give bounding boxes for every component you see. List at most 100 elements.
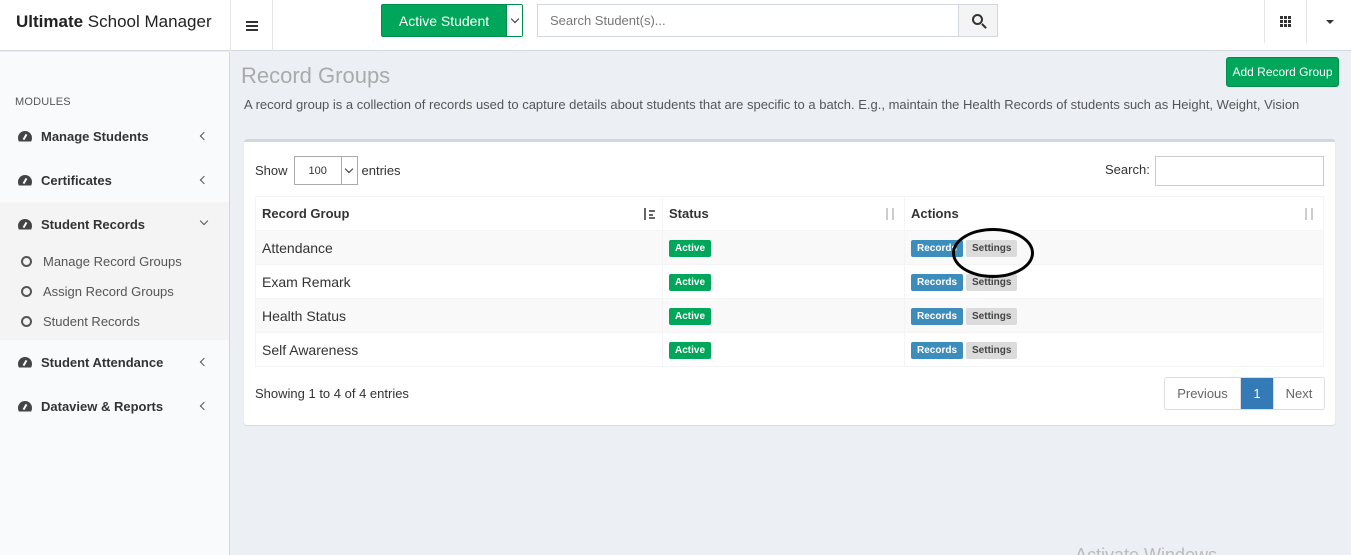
- record-group-cell: Exam Remark: [255, 264, 663, 299]
- circle-icon: [21, 285, 32, 297]
- column-header-actions[interactable]: Actions: [904, 196, 1324, 231]
- apps-menu-button[interactable]: [1264, 0, 1307, 43]
- chevron-down-icon: [199, 216, 209, 226]
- page-description: A record group is a collection of record…: [244, 97, 1300, 112]
- sidebar-item-certificates[interactable]: Certificates: [0, 158, 229, 202]
- app-logo[interactable]: Ultimate School Manager: [0, 0, 230, 51]
- chevron-down-icon: [340, 157, 357, 184]
- record-group-cell: Attendance: [255, 230, 663, 265]
- top-navbar: Ultimate School Manager Active Student: [0, 0, 1351, 51]
- show-label: Show: [255, 163, 288, 178]
- search-icon: [971, 14, 983, 25]
- chevron-left-icon: [199, 175, 209, 185]
- entries-label: entries: [361, 163, 401, 178]
- table-search-label: Search:: [1105, 162, 1150, 177]
- sidebar-toggle-button[interactable]: [230, 0, 273, 51]
- entries-select[interactable]: 100: [293, 156, 358, 185]
- sort-icon: [885, 208, 898, 221]
- hamburger-icon: [245, 20, 258, 31]
- dashboard-icon: [18, 357, 32, 368]
- column-header-label: Status: [669, 206, 709, 221]
- records-button[interactable]: Records: [911, 308, 964, 325]
- apps-grid-icon: [1280, 16, 1291, 27]
- table-row: Attendance Active Records Settings: [255, 228, 1324, 278]
- sidebar-subitem-label: Manage Record Groups: [43, 253, 182, 269]
- status-cell: Active: [662, 298, 905, 333]
- column-header-status[interactable]: Status: [662, 196, 905, 231]
- pagination: Previous 1 Next: [1164, 377, 1325, 410]
- sidebar-item-manage-students[interactable]: Manage Students: [0, 114, 229, 158]
- actions-cell: Records Settings: [904, 228, 1324, 278]
- record-groups-panel: Show 100 entries Search: Record Group St…: [244, 139, 1335, 425]
- table-row: Health Status Active Records Settings: [255, 298, 1324, 333]
- sidebar-subitem-label: Student Records: [43, 313, 140, 329]
- status-cell: Active: [662, 264, 905, 299]
- records-button[interactable]: Records: [911, 274, 964, 291]
- status-badge: Active: [669, 342, 712, 359]
- table-info: Showing 1 to 4 of 4 entries: [255, 386, 409, 401]
- dashboard-icon: [18, 175, 32, 186]
- sidebar-item-label: Dataview & Reports: [41, 398, 164, 414]
- records-button[interactable]: Records: [911, 342, 964, 359]
- circle-icon: [21, 255, 32, 267]
- user-menu-dropdown[interactable]: [1310, 0, 1350, 43]
- column-header-label: Record Group: [262, 206, 350, 221]
- add-record-group-button[interactable]: Add Record Group: [1226, 57, 1339, 87]
- brand-text: School Manager: [83, 12, 212, 31]
- dashboard-icon: [18, 131, 32, 142]
- active-student-dropdown[interactable]: Active Student: [381, 4, 523, 37]
- circle-icon: [21, 315, 32, 327]
- student-search: [537, 4, 998, 37]
- actions-cell: Records Settings: [904, 332, 1324, 367]
- status-badge: Active: [669, 240, 712, 257]
- settings-button[interactable]: Settings: [966, 342, 1018, 359]
- sidebar-item-dataview-reports[interactable]: Dataview & Reports: [0, 384, 229, 428]
- sidebar-item-label: Certificates: [41, 172, 112, 188]
- record-group-cell: Health Status: [255, 298, 663, 333]
- brand-bold-text: Ultimate: [16, 12, 84, 31]
- status-cell: Active: [662, 230, 905, 265]
- entries-select-value: 100: [308, 164, 327, 177]
- sidebar-item-label: Manage Students: [41, 128, 149, 144]
- entries-length-control: Show 100 entries: [255, 156, 401, 185]
- sidebar-subitem-manage-record-groups[interactable]: Manage Record Groups: [0, 246, 229, 276]
- table-row: Self Awareness Active Records Settings: [255, 332, 1324, 367]
- dashboard-icon: [18, 219, 32, 230]
- sort-ascending-icon: [643, 208, 656, 221]
- windows-activation-watermark: Activate Windows: [1075, 545, 1218, 555]
- sidebar-subitem-label: Assign Record Groups: [43, 283, 174, 299]
- column-header-label: Actions: [911, 206, 959, 221]
- sidebar-subitem-assign-record-groups[interactable]: Assign Record Groups: [0, 276, 229, 306]
- chevron-left-icon: [199, 357, 209, 367]
- sidebar-item-label: Student Attendance: [41, 354, 164, 370]
- search-button[interactable]: [958, 5, 997, 36]
- chevron-left-icon: [199, 131, 209, 141]
- student-records-submenu: Manage Record Groups Assign Record Group…: [0, 246, 229, 340]
- settings-button[interactable]: Settings: [966, 308, 1018, 325]
- sort-icon: [1304, 208, 1317, 221]
- pagination-page-1[interactable]: 1: [1241, 378, 1273, 409]
- pagination-previous[interactable]: Previous: [1165, 378, 1241, 409]
- table-row: Exam Remark Active Records Settings: [255, 264, 1324, 299]
- sidebar-item-label: Student Records: [41, 216, 146, 232]
- active-student-button[interactable]: Active Student: [382, 5, 506, 36]
- chevron-left-icon: [199, 401, 209, 411]
- pagination-next[interactable]: Next: [1273, 378, 1324, 409]
- student-search-input[interactable]: [538, 5, 958, 36]
- active-student-caret-button[interactable]: [506, 5, 522, 36]
- settings-button[interactable]: Settings: [951, 228, 1035, 278]
- sidebar-item-student-attendance[interactable]: Student Attendance: [0, 340, 229, 384]
- sidebar-item-student-records[interactable]: Student Records: [0, 202, 229, 246]
- dashboard-icon: [18, 401, 32, 412]
- table-header-row: Record Group Status Actions: [255, 196, 1324, 231]
- page-title: Record Groups: [241, 63, 391, 88]
- status-cell: Active: [662, 332, 905, 367]
- column-header-record-group[interactable]: Record Group: [255, 196, 663, 231]
- record-group-cell: Self Awareness: [255, 332, 663, 367]
- sidebar-subitem-student-records[interactable]: Student Records: [0, 306, 229, 336]
- chevron-down-icon: [510, 14, 519, 24]
- actions-cell: Records Settings: [904, 298, 1324, 333]
- sidebar: MODULES Manage Students Certificates Stu…: [0, 52, 230, 555]
- sidebar-section-label: MODULES: [15, 96, 71, 108]
- table-search-input[interactable]: [1155, 156, 1324, 186]
